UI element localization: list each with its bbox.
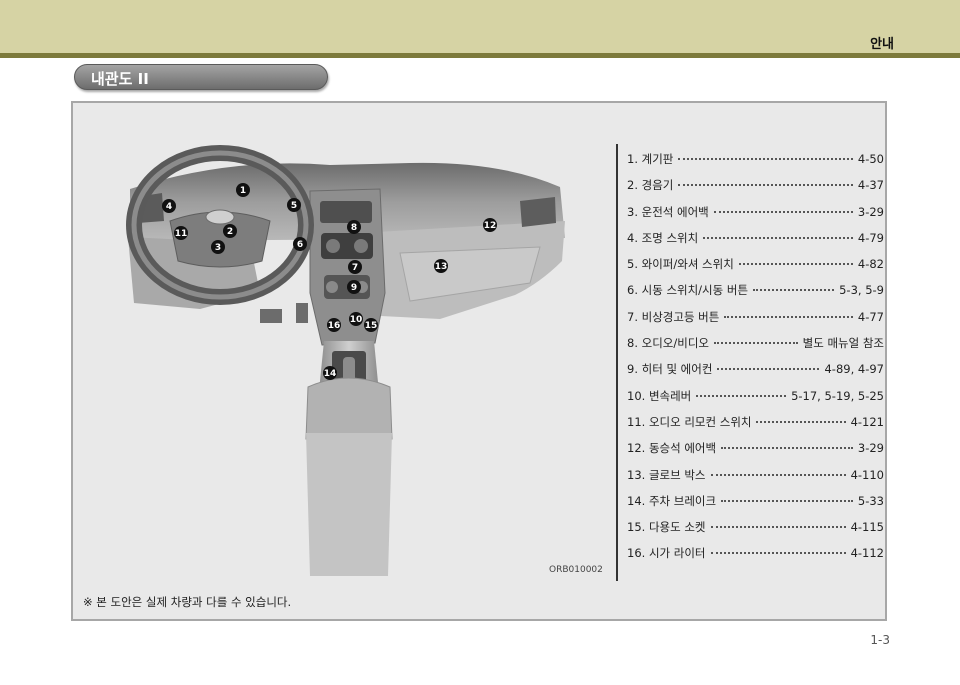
disclaimer-note: ※ 본 도안은 실제 차량과 다를 수 있습니다. — [83, 595, 292, 609]
index-label: 11. 오디오 리모컨 스위치 — [627, 414, 752, 429]
index-label: 5. 와이퍼/와셔 스위치 — [627, 257, 734, 272]
index-label: 6. 시동 스위치/시동 버튼 — [627, 283, 749, 298]
callout-2-num: 2 — [227, 227, 233, 237]
dot-leader — [713, 342, 798, 345]
index-page: 3-29 — [857, 204, 884, 219]
index-item: 13. 글로브 박스 4-110 — [627, 467, 884, 493]
index-label: 1. 계기판 — [627, 152, 674, 166]
index-item: 5. 와이퍼/와셔 스위치 4-82 — [627, 256, 884, 282]
index-label: 13. 글로브 박스 — [627, 467, 706, 482]
index-page: 4-112 — [850, 546, 884, 561]
index-item: 6. 시동 스위치/시동 버튼 5-3, 5-9 — [627, 282, 884, 308]
callout-10-num: 10 — [350, 315, 363, 325]
callout-7-num: 7 — [352, 263, 358, 273]
dot-leader — [738, 263, 853, 266]
callout-11-num: 11 — [175, 229, 188, 239]
index-page: 4-89, 4-97 — [824, 362, 884, 377]
dot-leader — [696, 394, 787, 397]
index-item: 15. 다용도 소켓 4-115 — [627, 519, 884, 545]
index-page: 4-121 — [850, 414, 884, 429]
vertical-divider — [616, 144, 618, 581]
index-item: 8. 오디오/비디오 별도 매뉴얼 참조 — [627, 335, 884, 361]
callout-6-num: 6 — [297, 240, 303, 250]
index-page: 4-37 — [857, 178, 884, 193]
dot-leader — [710, 552, 846, 555]
callout-5-num: 5 — [291, 201, 297, 211]
index-item: 12. 동승석 에어백 3-29 — [627, 440, 884, 466]
dot-leader — [710, 526, 846, 529]
index-label: 12. 동승석 에어백 — [627, 441, 717, 456]
page-title-pill: 내관도 II — [74, 64, 328, 90]
dot-leader — [678, 158, 853, 160]
dot-leader — [721, 447, 853, 450]
callout-15-num: 15 — [365, 321, 378, 331]
index-item: 11. 오디오 리모컨 스위치 4-121 — [627, 414, 884, 440]
dot-leader — [710, 473, 846, 476]
index-page: 4-82 — [857, 257, 884, 272]
index-page: 5-3, 5-9 — [839, 283, 884, 298]
callout-16-num: 16 — [328, 321, 341, 331]
index-label: 4. 조명 스위치 — [627, 230, 699, 245]
index-item: 2. 경음기 4-37 — [627, 177, 884, 203]
index-item: 10. 변속레버 5-17, 5-19, 5-25 — [627, 388, 884, 414]
index-page: 4-115 — [850, 520, 884, 535]
index-item: 4. 조명 스위치 4-79 — [627, 230, 884, 256]
header-band — [0, 0, 960, 53]
dot-leader — [678, 184, 853, 187]
dot-leader — [724, 315, 853, 318]
index-page: 4-77 — [857, 309, 884, 324]
section-label: 안내 — [870, 37, 894, 52]
index-page: 4-110 — [850, 467, 884, 482]
index-item: 16. 시가 라이터 4-112 — [627, 545, 884, 571]
dot-leader — [721, 499, 853, 502]
index-page: 5-17, 5-19, 5-25 — [791, 388, 884, 403]
content-frame: 1 2 3 4 5 6 7 8 9 10 11 12 13 14 15 16 O… — [71, 101, 887, 621]
dot-leader — [713, 210, 853, 213]
interior-drawing: 1 2 3 4 5 6 7 8 9 10 11 12 13 14 15 16 — [126, 145, 565, 576]
callout-1-num: 1 — [240, 186, 246, 196]
index-item: 14. 주차 브레이크 5-33 — [627, 493, 884, 519]
figure-code: ORB010002 — [549, 565, 603, 575]
index-page: 3-29 — [857, 441, 884, 456]
index-item: 7. 비상경고등 버튼 4-77 — [627, 309, 884, 335]
index-label: 8. 오디오/비디오 — [627, 336, 709, 351]
index-label: 3. 운전석 에어백 — [627, 204, 709, 219]
callout-4-num: 4 — [166, 202, 172, 212]
header-rule — [0, 53, 960, 58]
dot-leader — [717, 368, 820, 371]
callout-14-num: 14 — [324, 369, 337, 379]
index-label: 16. 시가 라이터 — [627, 546, 706, 561]
page-title: 내관도 II — [91, 70, 149, 88]
index-label: 15. 다용도 소켓 — [627, 520, 706, 535]
index-page: 별도 매뉴얼 참조 — [802, 336, 884, 351]
index-page: 4-50 — [857, 152, 884, 166]
index-item: 9. 히터 및 에어컨 4-89, 4-97 — [627, 361, 884, 387]
interior-illustration: 1 2 3 4 5 6 7 8 9 10 11 12 13 14 15 16 — [110, 143, 585, 576]
index-page: 5-33 — [857, 493, 884, 508]
index-label: 7. 비상경고등 버튼 — [627, 309, 720, 324]
index-label: 14. 주차 브레이크 — [627, 493, 717, 508]
callout-3-num: 3 — [215, 243, 221, 253]
component-index: 1. 계기판 4-50 2. 경음기 4-37 3. 운전석 에어백 3-29 4. … — [627, 151, 884, 572]
index-page: 4-79 — [857, 230, 884, 245]
callout-12-num: 12 — [484, 221, 497, 231]
index-item: 1. 계기판 4-50 — [627, 151, 884, 177]
page-number: 1-3 — [870, 633, 890, 647]
callout-13-num: 13 — [435, 262, 448, 272]
dot-leader — [756, 420, 846, 423]
index-label: 9. 히터 및 에어컨 — [627, 362, 713, 377]
callout-8-num: 8 — [351, 223, 357, 233]
dot-leader — [753, 289, 835, 292]
index-label: 10. 변속레버 — [627, 388, 692, 403]
callout-9-num: 9 — [351, 283, 357, 293]
dot-leader — [703, 236, 853, 239]
index-item: 3. 운전석 에어백 3-29 — [627, 204, 884, 230]
index-label: 2. 경음기 — [627, 178, 674, 193]
